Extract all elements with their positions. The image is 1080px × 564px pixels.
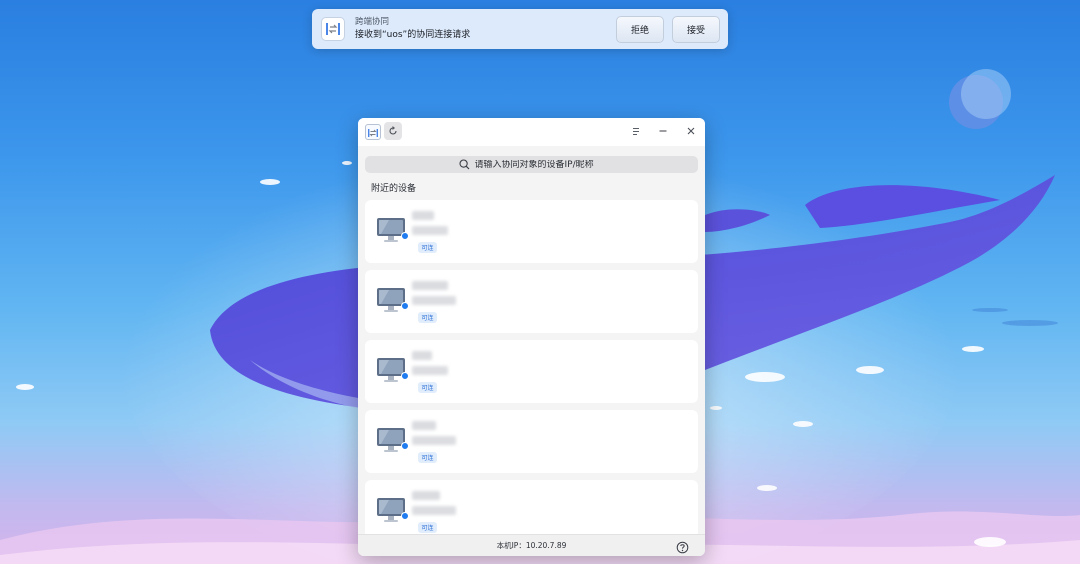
notification-content: 跨端协同 接收到“uos”的协同连接请求	[355, 16, 616, 42]
status-bar: 本机IP：10.20.7.89	[358, 534, 705, 556]
device-card[interactable]: 可连	[365, 410, 698, 473]
cooperation-window: 附近的设备 可连	[358, 118, 705, 556]
search-icon	[458, 159, 469, 170]
menu-button[interactable]	[628, 123, 644, 139]
device-ip-redacted	[412, 296, 456, 305]
status-badge: 可连	[418, 242, 437, 253]
close-icon	[687, 127, 695, 135]
computer-icon	[377, 288, 409, 312]
device-name-redacted	[412, 211, 434, 220]
status-badge: 可连	[418, 522, 437, 533]
minimize-button[interactable]	[655, 123, 671, 139]
computer-icon	[377, 428, 409, 452]
accept-button[interactable]: 接受	[672, 15, 720, 43]
nearby-devices-heading: 附近的设备	[371, 184, 417, 194]
refresh-button[interactable]	[384, 122, 402, 140]
device-card[interactable]: 可连	[365, 270, 698, 333]
device-search-box[interactable]	[365, 156, 698, 173]
minimize-icon	[659, 130, 667, 132]
device-search-input[interactable]	[474, 159, 605, 170]
titlebar	[358, 118, 705, 146]
device-name-redacted	[412, 421, 436, 430]
device-card[interactable]: 可连	[365, 200, 698, 263]
status-badge: 可连	[418, 452, 437, 463]
reject-button[interactable]: 拒绝	[616, 15, 664, 43]
menu-icon	[633, 127, 639, 135]
collaboration-request-notification: 跨端协同 接收到“uos”的协同连接请求 拒绝 接受	[312, 9, 728, 49]
device-name-redacted	[412, 281, 448, 290]
status-badge: 可连	[418, 382, 437, 393]
device-name-redacted	[412, 351, 432, 360]
device-name-redacted	[412, 491, 440, 500]
device-ip-redacted	[412, 226, 448, 235]
cooperation-app-icon	[321, 17, 345, 41]
help-icon	[676, 541, 689, 554]
device-ip-redacted	[412, 436, 456, 445]
cooperation-app-icon	[365, 124, 381, 140]
device-ip-redacted	[412, 366, 448, 375]
local-ip-label: 本机IP：10.20.7.89	[496, 541, 567, 550]
help-button[interactable]	[676, 539, 689, 554]
computer-icon	[377, 218, 409, 242]
notification-app-name: 跨端协同	[355, 17, 390, 27]
device-list: 可连 可连 可连 可连 可连	[365, 200, 698, 550]
status-badge: 可连	[418, 312, 437, 323]
refresh-icon	[389, 126, 397, 135]
notification-message: 接收到“uos”的协同连接请求	[355, 30, 471, 40]
computer-icon	[377, 498, 409, 522]
device-card[interactable]: 可连	[365, 340, 698, 403]
device-ip-redacted	[412, 506, 456, 515]
computer-icon	[377, 358, 409, 382]
close-button[interactable]	[683, 123, 699, 139]
